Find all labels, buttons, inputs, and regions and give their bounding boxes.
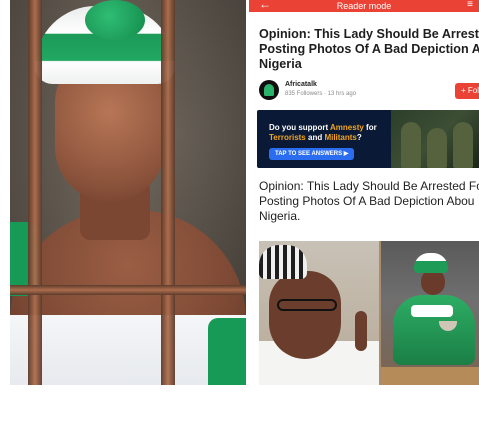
ad-banner[interactable]: Do you support Amnesty for Terrorists an… bbox=[257, 110, 479, 168]
ground bbox=[381, 367, 479, 385]
glasses bbox=[277, 299, 337, 311]
ad-line2-highlight: Terrorists bbox=[269, 133, 306, 142]
ad-line1-prefix: Do you support bbox=[269, 123, 331, 132]
publisher-meta: 835 Followers · 13 hrs ago bbox=[285, 91, 357, 97]
cap bbox=[259, 245, 307, 279]
article-body-text: Opinion: This Lady Should Be Arrested Fo… bbox=[259, 179, 479, 224]
reader-mode-bar: ← Reader mode ≡ bbox=[249, 0, 479, 12]
prison-bar bbox=[161, 0, 175, 385]
reader-mode-title: Reader mode bbox=[336, 1, 392, 11]
body-line: Posting Photos Of A Bad Depiction Abou bbox=[259, 194, 475, 208]
green-sleeve-right bbox=[208, 318, 246, 385]
body-line: Opinion: This Lady Should Be Arrested Fo bbox=[259, 179, 479, 193]
phone-screenshot: ← Reader mode ≡ Opinion: This Lady Shoul… bbox=[249, 0, 479, 385]
follow-button[interactable]: + Follo bbox=[455, 83, 479, 99]
publisher-logo-icon[interactable] bbox=[259, 80, 279, 100]
publisher-name[interactable]: Africatalk bbox=[285, 81, 317, 88]
ad-line2-mid: and bbox=[305, 133, 325, 142]
image-right-woman bbox=[381, 241, 479, 385]
ad-line1-suffix: for bbox=[363, 123, 377, 132]
woman-dress-white bbox=[411, 305, 453, 317]
ad-cta-button[interactable]: TAP TO SEE ANSWERS ▶ bbox=[269, 148, 355, 160]
prison-crossbar bbox=[10, 285, 246, 295]
image-left-man bbox=[259, 241, 379, 385]
photo-lady-behind-bars bbox=[10, 0, 246, 385]
pointing-finger bbox=[355, 311, 367, 351]
headline-line: Posting Photos Of A Bad Depiction Ab bbox=[259, 42, 479, 56]
prison-bar bbox=[28, 0, 42, 385]
woman-scarf bbox=[414, 253, 448, 273]
headline-line: Opinion: This Lady Should Be Arrested F bbox=[259, 27, 479, 41]
ad-line1-highlight: Amnesty bbox=[330, 123, 364, 132]
soldier-figure bbox=[401, 122, 421, 168]
headline-line: Nigeria bbox=[259, 57, 302, 71]
body-line: Nigeria. bbox=[259, 209, 301, 223]
ad-line2-highlight2: Militants bbox=[324, 133, 357, 142]
scarf-knot bbox=[85, 0, 145, 40]
publisher-row: Africatalk 835 Followers · 13 hrs ago + … bbox=[259, 80, 479, 106]
menu-icon[interactable]: ≡ bbox=[467, 0, 473, 11]
article-headline: Opinion: This Lady Should Be Arrested F … bbox=[259, 27, 479, 72]
ad-line2-suffix: ? bbox=[356, 133, 362, 142]
man-face bbox=[269, 271, 341, 359]
soldier-figure bbox=[453, 122, 473, 168]
article-image[interactable] bbox=[259, 241, 479, 385]
ad-image-soldiers bbox=[391, 110, 479, 168]
soldier-figure bbox=[427, 128, 447, 168]
